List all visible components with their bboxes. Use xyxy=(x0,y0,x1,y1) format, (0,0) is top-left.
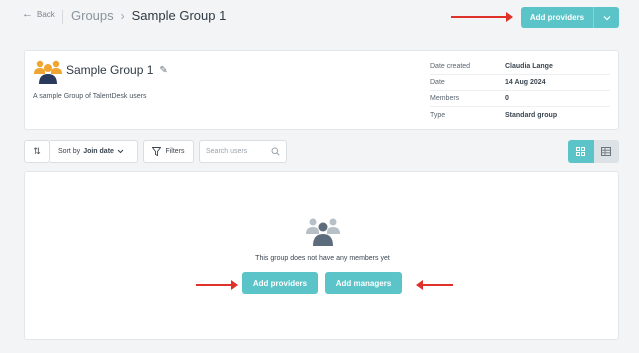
annotation-arrow-right xyxy=(416,280,453,290)
table-view-button[interactable] xyxy=(593,140,619,163)
add-providers-split-button: Add providers xyxy=(521,7,619,28)
table-icon xyxy=(601,147,612,156)
meta-key: Type xyxy=(430,111,446,119)
grid-icon xyxy=(576,147,586,156)
search-placeholder: Search users xyxy=(206,148,248,155)
group-name: Sample Group 1 ✎ xyxy=(66,63,168,77)
divider xyxy=(62,10,63,24)
sort-by-value: Join date xyxy=(83,148,114,155)
search-input[interactable]: Search users xyxy=(199,140,287,163)
sort-direction-button[interactable]: ⇅ xyxy=(24,140,50,163)
grid-view-button[interactable] xyxy=(568,140,594,163)
add-providers-button[interactable]: Add providers xyxy=(242,272,318,294)
empty-state-text: This group does not have any members yet xyxy=(255,255,390,262)
members-card: This group does not have any members yet… xyxy=(24,171,619,340)
group-name-text: Sample Group 1 xyxy=(66,63,154,77)
chevron-right-icon: › xyxy=(120,8,125,23)
meta-row-date-created: Date created Claudia Lange xyxy=(430,59,610,75)
filters-label: Filters xyxy=(165,148,185,155)
add-managers-button[interactable]: Add managers xyxy=(325,272,402,294)
edit-pencil-icon[interactable]: ✎ xyxy=(159,65,167,76)
add-providers-button[interactable]: Add providers xyxy=(521,7,594,28)
members-toolbar: ⇅ Sort by Join date Filters Search users xyxy=(24,140,619,163)
meta-value: 14 Aug 2024 xyxy=(505,79,546,86)
meta-row-members: Members 0 xyxy=(430,91,610,107)
arrow-left-icon: ← xyxy=(22,8,33,20)
page-title: Sample Group 1 xyxy=(131,8,227,23)
view-toggle xyxy=(568,140,619,163)
chevron-down-icon xyxy=(117,149,124,154)
filters-button[interactable]: Filters xyxy=(143,140,194,163)
top-bar: ← Back Groups › Sample Group 1 Add provi… xyxy=(0,0,639,35)
group-empty-icon xyxy=(306,218,340,246)
annotation-arrow-left xyxy=(196,280,238,290)
meta-value: 0 xyxy=(505,95,509,102)
meta-row-type: Type Standard group xyxy=(430,107,610,123)
funnel-icon xyxy=(152,147,162,156)
group-meta-table: Date created Claudia Lange Date 14 Aug 2… xyxy=(430,59,610,123)
meta-row-date: Date 14 Aug 2024 xyxy=(430,75,610,91)
breadcrumb-groups[interactable]: Groups xyxy=(71,8,114,23)
meta-key: Date created xyxy=(430,63,471,70)
chevron-down-icon xyxy=(603,15,610,20)
meta-value: Claudia Lange xyxy=(505,63,553,70)
group-info-card: Sample Group 1 ✎ A sample Group of Talen… xyxy=(24,50,619,130)
add-providers-dropdown-button[interactable] xyxy=(594,7,619,28)
annotation-arrow-top xyxy=(451,12,513,22)
sort-by-dropdown[interactable]: Sort by Join date xyxy=(50,140,138,163)
search-icon xyxy=(271,147,280,156)
sort-order-icon: ⇅ xyxy=(33,146,41,156)
sort-by-prefix: Sort by xyxy=(58,148,81,155)
meta-value: Standard group xyxy=(505,111,558,119)
group-description: A sample Group of TalentDesk users xyxy=(33,93,147,100)
back-label: Back xyxy=(37,10,55,19)
group-icon xyxy=(34,60,62,84)
meta-key: Date xyxy=(430,79,445,86)
breadcrumb: Groups › Sample Group 1 xyxy=(71,8,226,23)
back-link[interactable]: ← Back xyxy=(22,9,55,20)
meta-key: Members xyxy=(430,95,460,102)
